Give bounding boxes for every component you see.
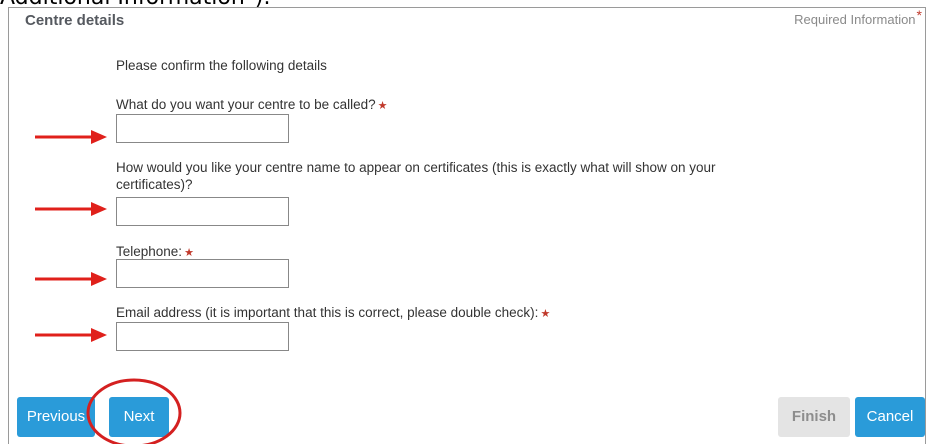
right-arrow-icon	[35, 272, 107, 286]
page-root: Additional Information"). Centre details…	[0, 0, 935, 444]
panel-title: Centre details	[25, 12, 125, 29]
certificate-name-label: How would you like your centre name to a…	[116, 159, 716, 193]
required-star-icon: ★	[184, 247, 194, 259]
certificate-name-label-line2: certificates)?	[116, 177, 193, 192]
centre-name-input[interactable]	[116, 114, 289, 143]
finish-button[interactable]: Finish	[778, 397, 850, 437]
certificate-name-input[interactable]	[116, 197, 289, 226]
centre-name-label: What do you want your centre to be calle…	[116, 96, 388, 115]
telephone-input[interactable]	[116, 259, 289, 288]
required-star-icon: ★	[540, 308, 551, 320]
right-arrow-icon	[35, 130, 107, 144]
right-arrow-icon	[35, 328, 107, 342]
form-intro: Please confirm the following details	[116, 58, 327, 73]
next-button[interactable]: Next	[109, 397, 169, 437]
email-label: Email address (it is important that this…	[116, 304, 550, 323]
required-star-icon: *	[916, 7, 922, 23]
required-star-icon: ★	[377, 100, 388, 112]
right-arrow-icon	[35, 202, 107, 216]
required-information-label: Required Information	[794, 12, 916, 27]
previous-button[interactable]: Previous	[17, 397, 95, 437]
required-information-note: Required Information*	[794, 7, 922, 27]
cancel-button[interactable]: Cancel	[855, 397, 925, 437]
centre-name-label-text: What do you want your centre to be calle…	[116, 97, 376, 112]
email-input[interactable]	[116, 322, 289, 351]
certificate-name-label-line1: How would you like your centre name to a…	[116, 160, 716, 175]
email-label-text: Email address (it is important that this…	[116, 305, 539, 320]
telephone-label-text: Telephone:	[116, 244, 183, 259]
